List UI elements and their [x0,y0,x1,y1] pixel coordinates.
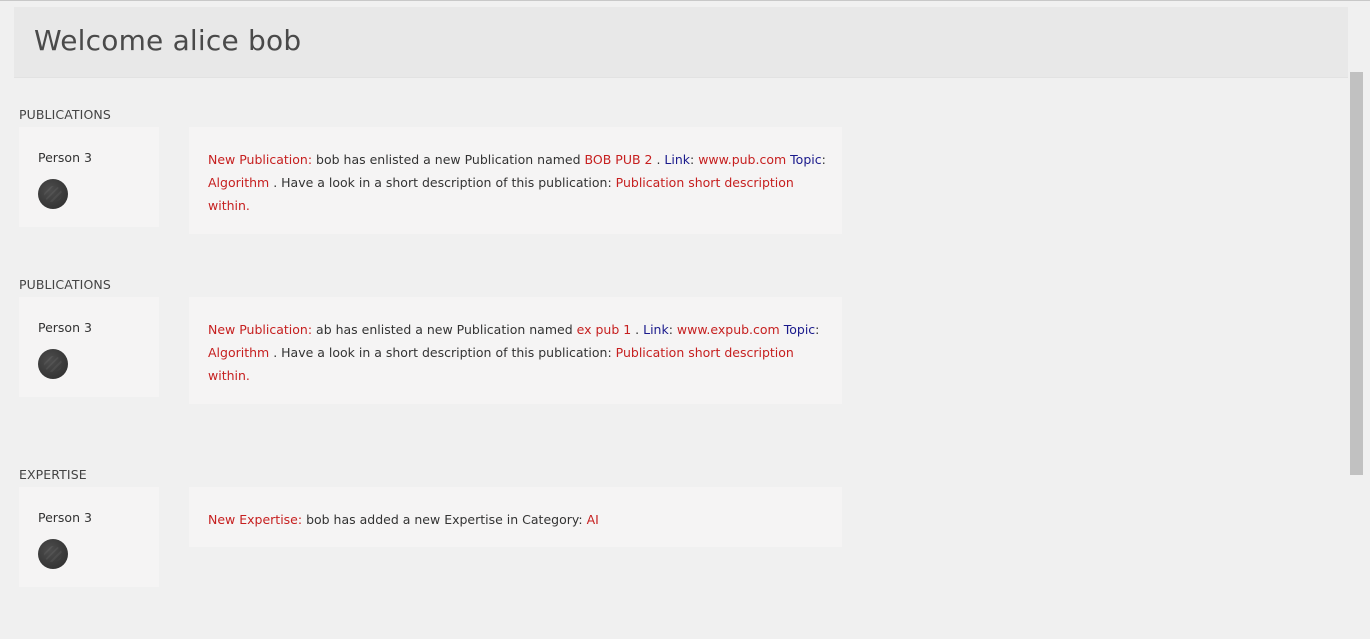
category-value[interactable]: AI [587,512,599,527]
person-name[interactable]: Person 3 [38,150,92,165]
section-label-publications: PUBLICATIONS [19,107,111,122]
post-type-label: New Publication [208,322,308,337]
topic-label: Topic [790,152,822,167]
topic-label: Topic [783,322,816,337]
post-text: New Expertise: bob has added a new Exper… [208,512,599,527]
person-card[interactable]: Person 3 [19,297,159,397]
publication-link[interactable]: www.expub.com [677,322,780,337]
publication-link[interactable]: www.pub.com [698,152,786,167]
link-label: Link [664,152,691,167]
post-type-label: New Publication [208,152,308,167]
person-card[interactable]: Person 3 [19,487,159,587]
post-text: New Publication: bob has enlisted a new … [208,152,826,213]
section-label-publications: PUBLICATIONS [19,277,111,292]
post-actor-text: bob has enlisted a new Publication named [312,152,585,167]
person-name[interactable]: Person 3 [38,510,92,525]
post-actor-text: bob has added a new Expertise in Categor… [302,512,587,527]
topic-value[interactable]: Algorithm [208,345,269,360]
section-label-expertise: EXPERTISE [19,467,87,482]
publication-name[interactable]: BOB PUB 2 [585,152,653,167]
vertical-scrollbar[interactable] [1348,7,1365,639]
publication-post: New Publication: ab has enlisted a new P… [189,297,842,404]
avatar[interactable] [38,539,68,569]
person-name[interactable]: Person 3 [38,320,92,335]
window-top-border [0,0,1370,1]
description-intro: . Have a look in a short description of … [269,345,616,360]
expertise-post: New Expertise: bob has added a new Exper… [189,487,842,547]
post-actor-text: ab has enlisted a new Publication named [312,322,577,337]
page-title: Welcome alice bob [34,24,302,57]
avatar[interactable] [38,349,68,379]
description-intro: . Have a look in a short description of … [269,175,616,190]
post-type-label: New Expertise [208,512,298,527]
avatar[interactable] [38,179,68,209]
publication-post: New Publication: bob has enlisted a new … [189,127,842,234]
welcome-header: Welcome alice bob [14,7,1348,78]
publication-name[interactable]: ex pub 1 [577,322,632,337]
link-label: Link [643,322,669,337]
person-card[interactable]: Person 3 [19,127,159,227]
topic-value[interactable]: Algorithm [208,175,269,190]
scrollbar-thumb[interactable] [1350,72,1363,475]
post-text: New Publication: ab has enlisted a new P… [208,322,820,383]
